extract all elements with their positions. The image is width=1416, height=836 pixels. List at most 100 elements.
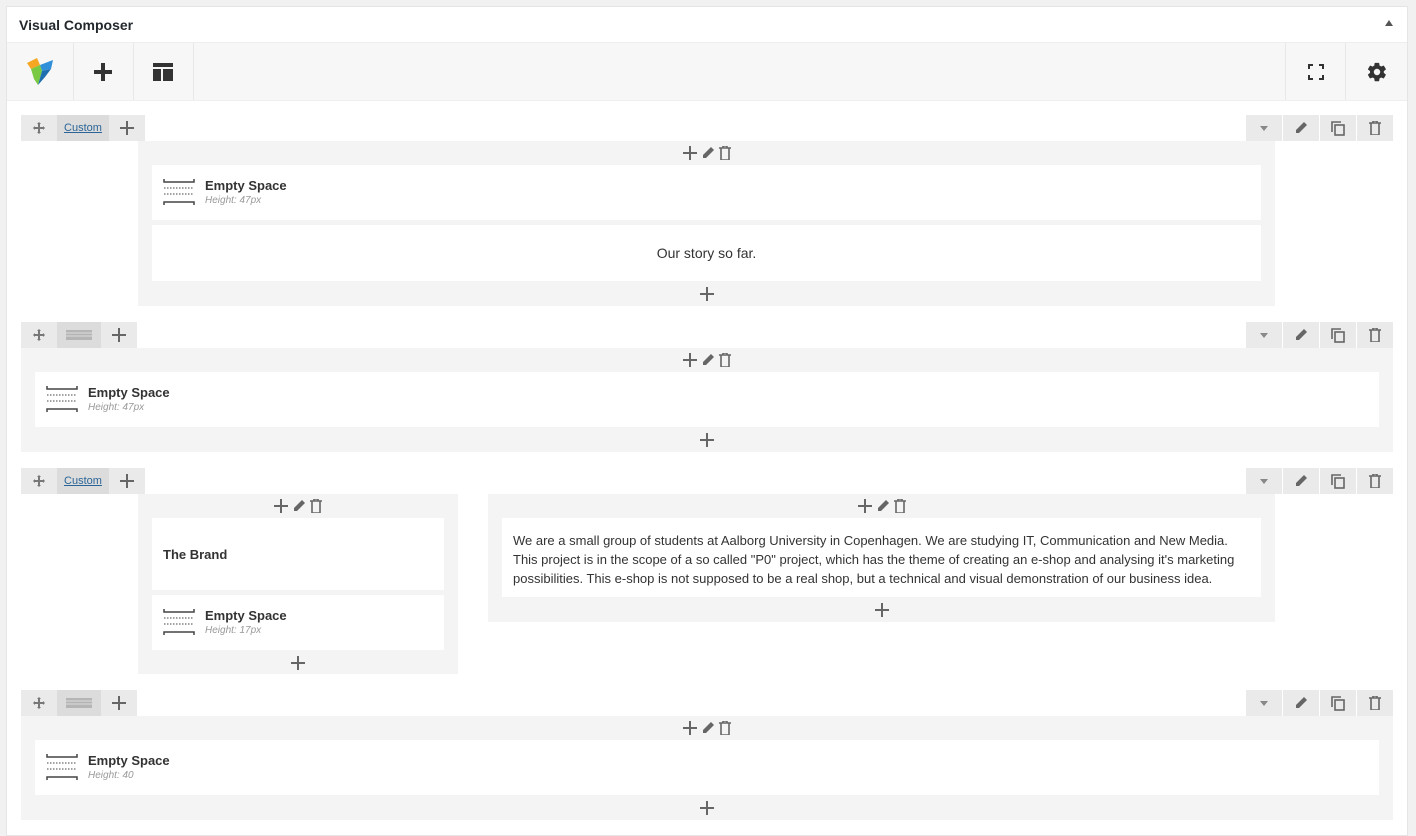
plus-icon xyxy=(120,474,134,488)
text-block-content: The Brand xyxy=(163,546,228,562)
column-controls xyxy=(21,720,1393,736)
clone-row-button[interactable] xyxy=(1320,468,1356,494)
row-1: Custom Empty Space Height: 47px Our stor… xyxy=(21,115,1393,307)
pencil-icon[interactable] xyxy=(701,146,715,160)
empty-space-element[interactable]: Empty Space Height: 47px xyxy=(152,165,1261,220)
add-column-button[interactable] xyxy=(109,468,145,494)
drag-handle-icon[interactable] xyxy=(21,690,57,716)
text-block-element[interactable]: Our story so far. xyxy=(152,225,1261,281)
edit-row-button[interactable] xyxy=(1283,322,1319,348)
plus-icon[interactable] xyxy=(683,353,697,367)
trash-icon xyxy=(1369,328,1381,342)
text-block-element[interactable]: The Brand xyxy=(152,518,444,590)
row-controls-left: Custom xyxy=(21,115,145,141)
row-layout-button[interactable] xyxy=(57,322,101,348)
templates-button[interactable] xyxy=(133,43,194,100)
add-element-bottom xyxy=(138,656,458,670)
drag-handle-icon[interactable] xyxy=(21,115,57,141)
plus-icon[interactable] xyxy=(274,499,288,513)
delete-row-button[interactable] xyxy=(1357,468,1393,494)
plus-icon[interactable] xyxy=(874,603,889,617)
copy-icon xyxy=(1331,473,1345,489)
edit-row-button[interactable] xyxy=(1283,468,1319,494)
toggle-row-button[interactable] xyxy=(1246,322,1282,348)
visual-composer-panel: Visual Composer Custom Empty Space Heigh… xyxy=(6,6,1408,836)
collapse-arrow-icon[interactable] xyxy=(1385,20,1393,26)
row-layout-button[interactable]: Custom xyxy=(57,115,109,141)
fullscreen-button[interactable] xyxy=(1285,43,1346,100)
element-title: Empty Space xyxy=(88,385,170,400)
plus-icon[interactable] xyxy=(683,721,697,735)
add-element-button[interactable] xyxy=(73,43,134,100)
clone-row-button[interactable] xyxy=(1320,690,1356,716)
trash-icon[interactable] xyxy=(719,721,731,735)
delete-row-button[interactable] xyxy=(1357,115,1393,141)
settings-button[interactable] xyxy=(1345,43,1408,100)
column: Empty Space Height: 47px xyxy=(21,348,1393,452)
trash-icon[interactable] xyxy=(719,353,731,367)
plus-icon[interactable] xyxy=(699,287,714,301)
plus-icon[interactable] xyxy=(857,499,872,513)
row-4: Empty Space Height: 40 xyxy=(21,690,1393,822)
trash-icon[interactable] xyxy=(893,499,906,513)
plus-icon xyxy=(120,121,134,135)
add-element-bottom xyxy=(21,801,1393,815)
empty-space-element[interactable]: Empty Space Height: 40 xyxy=(35,740,1379,795)
element-title: Empty Space xyxy=(205,178,287,193)
drag-handle-icon[interactable] xyxy=(21,468,57,494)
add-element-bottom xyxy=(488,603,1275,617)
plus-icon[interactable] xyxy=(682,146,697,160)
add-column-button[interactable] xyxy=(101,690,137,716)
row-controls-left xyxy=(21,690,137,716)
delete-row-button[interactable] xyxy=(1357,690,1393,716)
pencil-icon[interactable] xyxy=(876,499,890,513)
pencil-icon xyxy=(1296,329,1307,340)
clone-row-button[interactable] xyxy=(1320,115,1356,141)
edit-row-button[interactable] xyxy=(1283,115,1319,141)
plus-icon[interactable] xyxy=(291,656,305,670)
layout-icon xyxy=(153,62,173,81)
chevron-down-icon xyxy=(1260,332,1268,338)
panel-title: Visual Composer xyxy=(19,16,134,33)
row-controls-left xyxy=(21,322,137,348)
clone-row-button[interactable] xyxy=(1320,322,1356,348)
full-width-layout-icon xyxy=(66,698,92,708)
row-layout-button[interactable] xyxy=(57,690,101,716)
add-element-bottom xyxy=(138,287,1275,301)
trash-icon[interactable] xyxy=(310,499,322,513)
column: The Brand Empty Space Height: 17px xyxy=(138,494,458,674)
drag-handle-icon[interactable] xyxy=(21,322,57,348)
toggle-row-button[interactable] xyxy=(1246,115,1282,141)
toggle-row-button[interactable] xyxy=(1246,468,1282,494)
pencil-icon[interactable] xyxy=(701,721,715,735)
empty-space-icon xyxy=(46,754,78,780)
panel-header[interactable]: Visual Composer xyxy=(7,7,1407,43)
toggle-row-button[interactable] xyxy=(1246,690,1282,716)
empty-space-icon xyxy=(46,386,78,412)
row-controls-left: Custom xyxy=(21,468,145,494)
visual-composer-logo-icon xyxy=(27,57,53,85)
trash-icon[interactable] xyxy=(718,146,731,160)
plus-icon xyxy=(94,62,112,81)
logo-button[interactable] xyxy=(7,43,74,100)
element-subtitle: Height: 47px xyxy=(88,402,145,413)
trash-icon xyxy=(1369,121,1381,135)
composer-toolbar xyxy=(7,43,1407,101)
empty-space-element[interactable]: Empty Space Height: 47px xyxy=(35,372,1379,427)
add-element-bottom xyxy=(21,433,1393,447)
pencil-icon[interactable] xyxy=(701,353,715,367)
text-block-element[interactable]: We are a small group of students at Aalb… xyxy=(502,518,1261,597)
column-controls xyxy=(488,498,1275,514)
pencil-icon[interactable] xyxy=(292,499,306,513)
trash-icon xyxy=(1369,474,1381,488)
row-2: Empty Space Height: 47px xyxy=(21,322,1393,454)
plus-icon[interactable] xyxy=(700,801,714,815)
add-column-button[interactable] xyxy=(101,322,137,348)
add-column-button[interactable] xyxy=(109,115,145,141)
empty-space-element[interactable]: Empty Space Height: 17px xyxy=(152,595,444,650)
row-controls-right xyxy=(1245,468,1393,494)
delete-row-button[interactable] xyxy=(1357,322,1393,348)
edit-row-button[interactable] xyxy=(1283,690,1319,716)
plus-icon[interactable] xyxy=(700,433,714,447)
row-layout-button[interactable]: Custom xyxy=(57,468,109,494)
